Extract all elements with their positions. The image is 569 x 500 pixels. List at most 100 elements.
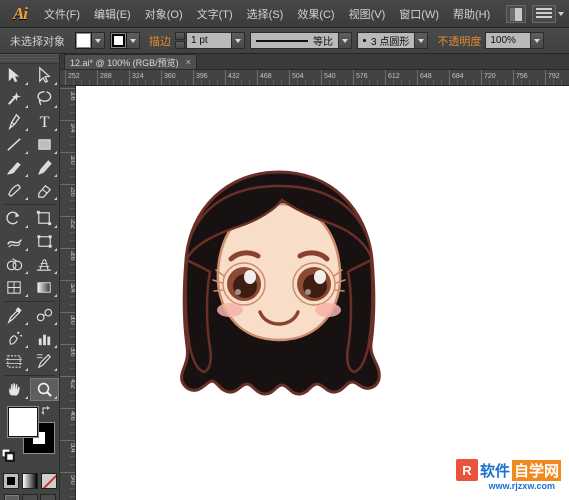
default-fill-stroke-icon[interactable] xyxy=(2,449,15,462)
tool-flyout-indicator-icon[interactable] xyxy=(25,105,28,108)
menu-file[interactable]: 文件(F) xyxy=(37,2,87,26)
tool-pencil[interactable] xyxy=(30,156,60,179)
tool-flyout-indicator-icon[interactable] xyxy=(54,151,57,154)
tool-scale[interactable] xyxy=(30,207,60,230)
tool-flyout-indicator-icon[interactable] xyxy=(54,396,57,399)
stroke-weight-label[interactable]: 描边 xyxy=(149,33,171,49)
tool-perspective-grid[interactable] xyxy=(30,253,60,276)
tool-zoom[interactable] xyxy=(30,378,60,401)
tool-flyout-indicator-icon[interactable] xyxy=(54,294,57,297)
opacity-control[interactable]: 100% xyxy=(485,32,544,49)
tool-blob-brush[interactable] xyxy=(0,179,30,202)
tool-flyout-indicator-icon[interactable] xyxy=(25,197,28,200)
menu-select[interactable]: 选择(S) xyxy=(240,2,291,26)
tool-flyout-indicator-icon[interactable] xyxy=(54,105,57,108)
stroke-profile-control[interactable]: 等比 xyxy=(250,32,352,49)
brush-definition-control[interactable]: 3 点圆形 xyxy=(357,32,428,49)
tool-flyout-indicator-icon[interactable] xyxy=(25,248,28,251)
document-tab[interactable]: 12.ai* @ 100% (RGB/预览) × xyxy=(64,54,197,69)
menu-effect[interactable]: 效果(C) xyxy=(290,2,341,26)
tool-shape-builder[interactable] xyxy=(0,253,30,276)
opacity-label[interactable]: 不透明度 xyxy=(437,33,481,49)
tool-flyout-indicator-icon[interactable] xyxy=(25,82,28,85)
fill-swatch[interactable] xyxy=(75,32,92,49)
fill-dropdown-arrow[interactable] xyxy=(92,32,105,49)
tools-panel-grip[interactable] xyxy=(0,54,59,64)
chevron-down-icon[interactable] xyxy=(558,12,564,16)
opacity-input[interactable]: 100% xyxy=(485,32,531,49)
color-mode-gradient[interactable] xyxy=(22,473,38,489)
stroke-dropdown-arrow[interactable] xyxy=(127,32,140,49)
brush-definition-value[interactable]: 3 点圆形 xyxy=(357,32,415,49)
menu-view[interactable]: 视图(V) xyxy=(342,2,393,26)
swap-fill-stroke-icon[interactable] xyxy=(41,405,53,417)
stroke-weight-control[interactable]: 1 pt xyxy=(175,32,245,49)
bridge-icon[interactable] xyxy=(506,5,526,23)
horizontal-ruler[interactable]: 2522883243603964324685045405766126486847… xyxy=(60,70,569,86)
tool-warp[interactable] xyxy=(0,230,30,253)
tool-flyout-indicator-icon[interactable] xyxy=(54,174,57,177)
stroke-swatch[interactable] xyxy=(110,32,127,49)
tool-flyout-indicator-icon[interactable] xyxy=(25,151,28,154)
screen-mode-normal[interactable] xyxy=(4,494,20,500)
tool-flyout-indicator-icon[interactable] xyxy=(25,271,28,274)
stroke-weight-dropdown-arrow[interactable] xyxy=(232,32,245,49)
tool-flyout-indicator-icon[interactable] xyxy=(54,345,57,348)
tool-flyout-indicator-icon[interactable] xyxy=(25,128,28,131)
artboard-canvas[interactable]: R 软件 自学网 www.rjzxw.com xyxy=(76,86,569,500)
tool-gradient[interactable] xyxy=(30,276,60,299)
tool-pen[interactable] xyxy=(0,110,30,133)
tool-flyout-indicator-icon[interactable] xyxy=(25,174,28,177)
tool-flyout-indicator-icon[interactable] xyxy=(54,368,57,371)
stroke-weight-input[interactable]: 1 pt xyxy=(186,32,232,49)
tool-flyout-indicator-icon[interactable] xyxy=(25,396,28,399)
fill-color-control[interactable] xyxy=(75,32,105,49)
tool-paintbrush[interactable] xyxy=(0,156,30,179)
tool-selection[interactable] xyxy=(0,64,30,87)
close-icon[interactable]: × xyxy=(186,57,191,67)
tool-flyout-indicator-icon[interactable] xyxy=(25,294,28,297)
tool-type[interactable]: T xyxy=(30,110,60,133)
tool-flyout-indicator-icon[interactable] xyxy=(54,271,57,274)
menu-type[interactable]: 文字(T) xyxy=(190,2,240,26)
tool-blend[interactable] xyxy=(30,304,60,327)
color-mode-none[interactable] xyxy=(41,473,57,489)
tool-flyout-indicator-icon[interactable] xyxy=(25,345,28,348)
tool-flyout-indicator-icon[interactable] xyxy=(54,225,57,228)
tool-flyout-indicator-icon[interactable] xyxy=(54,322,57,325)
toolpanel-fill-box[interactable] xyxy=(8,407,38,437)
menu-edit[interactable]: 编辑(E) xyxy=(87,2,138,26)
tool-free-transform[interactable] xyxy=(30,230,60,253)
stroke-profile-dropdown-arrow[interactable] xyxy=(339,32,352,49)
tool-direct-selection[interactable] xyxy=(30,64,60,87)
tool-flyout-indicator-icon[interactable] xyxy=(54,128,57,131)
tool-flyout-indicator-icon[interactable] xyxy=(25,322,28,325)
brush-definition-dropdown-arrow[interactable] xyxy=(415,32,428,49)
vertical-ruler[interactable]: 108144180216252288324360396432468504540 xyxy=(60,86,76,500)
tool-magic-wand[interactable] xyxy=(0,87,30,110)
cartoon-girl-head[interactable] xyxy=(154,164,404,404)
tool-symbol-sprayer[interactable] xyxy=(0,327,30,350)
tool-mesh[interactable] xyxy=(0,276,30,299)
tool-lasso[interactable] xyxy=(30,87,60,110)
tool-hand[interactable] xyxy=(0,378,30,401)
tool-artboard[interactable] xyxy=(0,350,30,373)
workspace-switcher-icon[interactable] xyxy=(532,5,556,23)
tool-eyedropper[interactable] xyxy=(0,304,30,327)
screen-mode-fullscreen[interactable] xyxy=(40,494,56,500)
tool-flyout-indicator-icon[interactable] xyxy=(54,82,57,85)
tool-rotate[interactable] xyxy=(0,207,30,230)
menu-object[interactable]: 对象(O) xyxy=(138,2,190,26)
tool-line-segment[interactable] xyxy=(0,133,30,156)
screen-mode-fullscreen-menu[interactable] xyxy=(22,494,38,500)
tool-flyout-indicator-icon[interactable] xyxy=(25,225,28,228)
tool-slice[interactable] xyxy=(30,350,60,373)
tool-flyout-indicator-icon[interactable] xyxy=(25,368,28,371)
stroke-profile-value[interactable]: 等比 xyxy=(250,32,339,49)
tool-rectangle[interactable] xyxy=(30,133,60,156)
opacity-dropdown-arrow[interactable] xyxy=(531,32,544,49)
tool-column-graph[interactable] xyxy=(30,327,60,350)
tool-eraser[interactable] xyxy=(30,179,60,202)
tool-flyout-indicator-icon[interactable] xyxy=(54,197,57,200)
stroke-weight-stepper[interactable] xyxy=(175,32,185,49)
